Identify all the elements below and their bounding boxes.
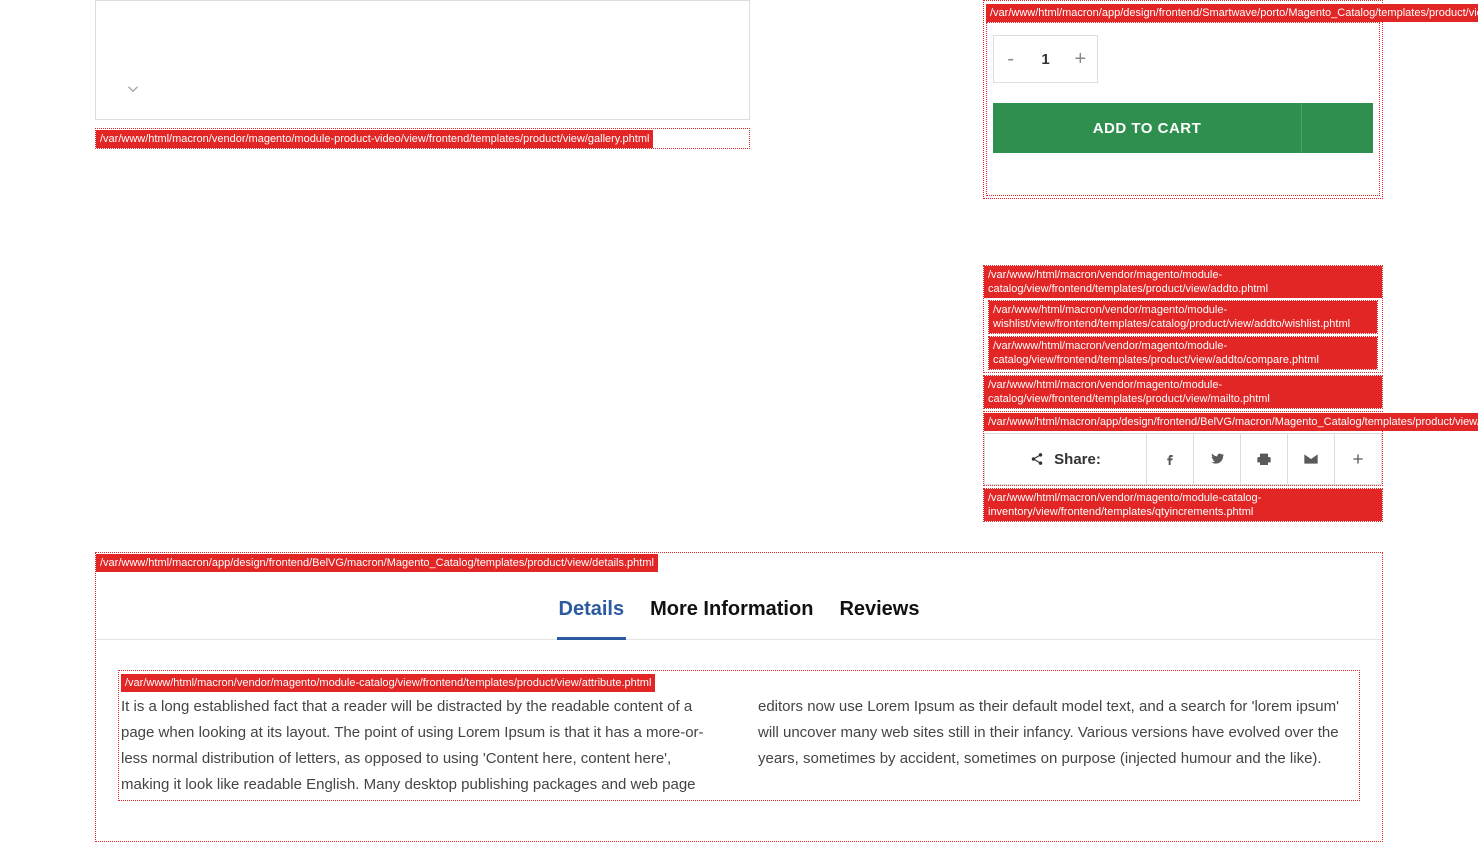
tab-details[interactable]: Details (557, 590, 627, 640)
template-hint: /var/www/html/macron/app/design/frontend… (984, 413, 1478, 431)
qty-increase-button[interactable]: + (1064, 36, 1097, 82)
tab-more-information[interactable]: More Information (648, 590, 815, 639)
share-more-icon[interactable] (1334, 434, 1381, 484)
product-description: It is a long established fact that a rea… (121, 694, 1357, 798)
share-facebook-icon[interactable] (1146, 434, 1193, 484)
template-hint: /var/www/html/macron/vendor/magento/modu… (989, 337, 1377, 369)
add-to-cart-dropdown[interactable] (1301, 103, 1373, 153)
product-gallery[interactable] (95, 0, 750, 120)
template-hint: /var/www/html/macron/vendor/magento/modu… (121, 674, 655, 692)
product-image (296, 0, 576, 51)
template-hint: /var/www/html/macron/app/design/frontend… (96, 554, 658, 572)
quantity-stepper: - 1 + (993, 35, 1098, 83)
template-hint: /var/www/html/macron/vendor/magento/modu… (984, 376, 1382, 408)
template-hint: /var/www/html/macron/vendor/magento/modu… (989, 301, 1377, 333)
template-hint: /var/www/html/macron/vendor/magento/modu… (96, 130, 653, 148)
share-label: Share: (985, 434, 1146, 484)
qty-decrease-button[interactable]: - (994, 36, 1027, 82)
share-print-icon[interactable] (1240, 434, 1287, 484)
share-bar: Share: (984, 433, 1382, 485)
share-label-text: Share: (1054, 451, 1101, 468)
thumbnail-next-icon[interactable] (124, 80, 142, 104)
share-email-icon[interactable] (1287, 434, 1334, 484)
share-twitter-icon[interactable] (1193, 434, 1240, 484)
product-tabs: Details More Information Reviews (96, 572, 1382, 640)
qty-value[interactable]: 1 (1027, 36, 1063, 82)
share-icon (1030, 452, 1044, 466)
tab-reviews[interactable]: Reviews (837, 590, 921, 639)
template-hint: /var/www/html/macron/vendor/magento/modu… (984, 266, 1382, 298)
template-hint: /var/www/html/macron/vendor/magento/modu… (984, 489, 1382, 521)
template-hint: /var/www/html/macron/app/design/frontend… (986, 4, 1478, 22)
add-to-cart-button[interactable]: ADD TO CART (993, 103, 1301, 153)
